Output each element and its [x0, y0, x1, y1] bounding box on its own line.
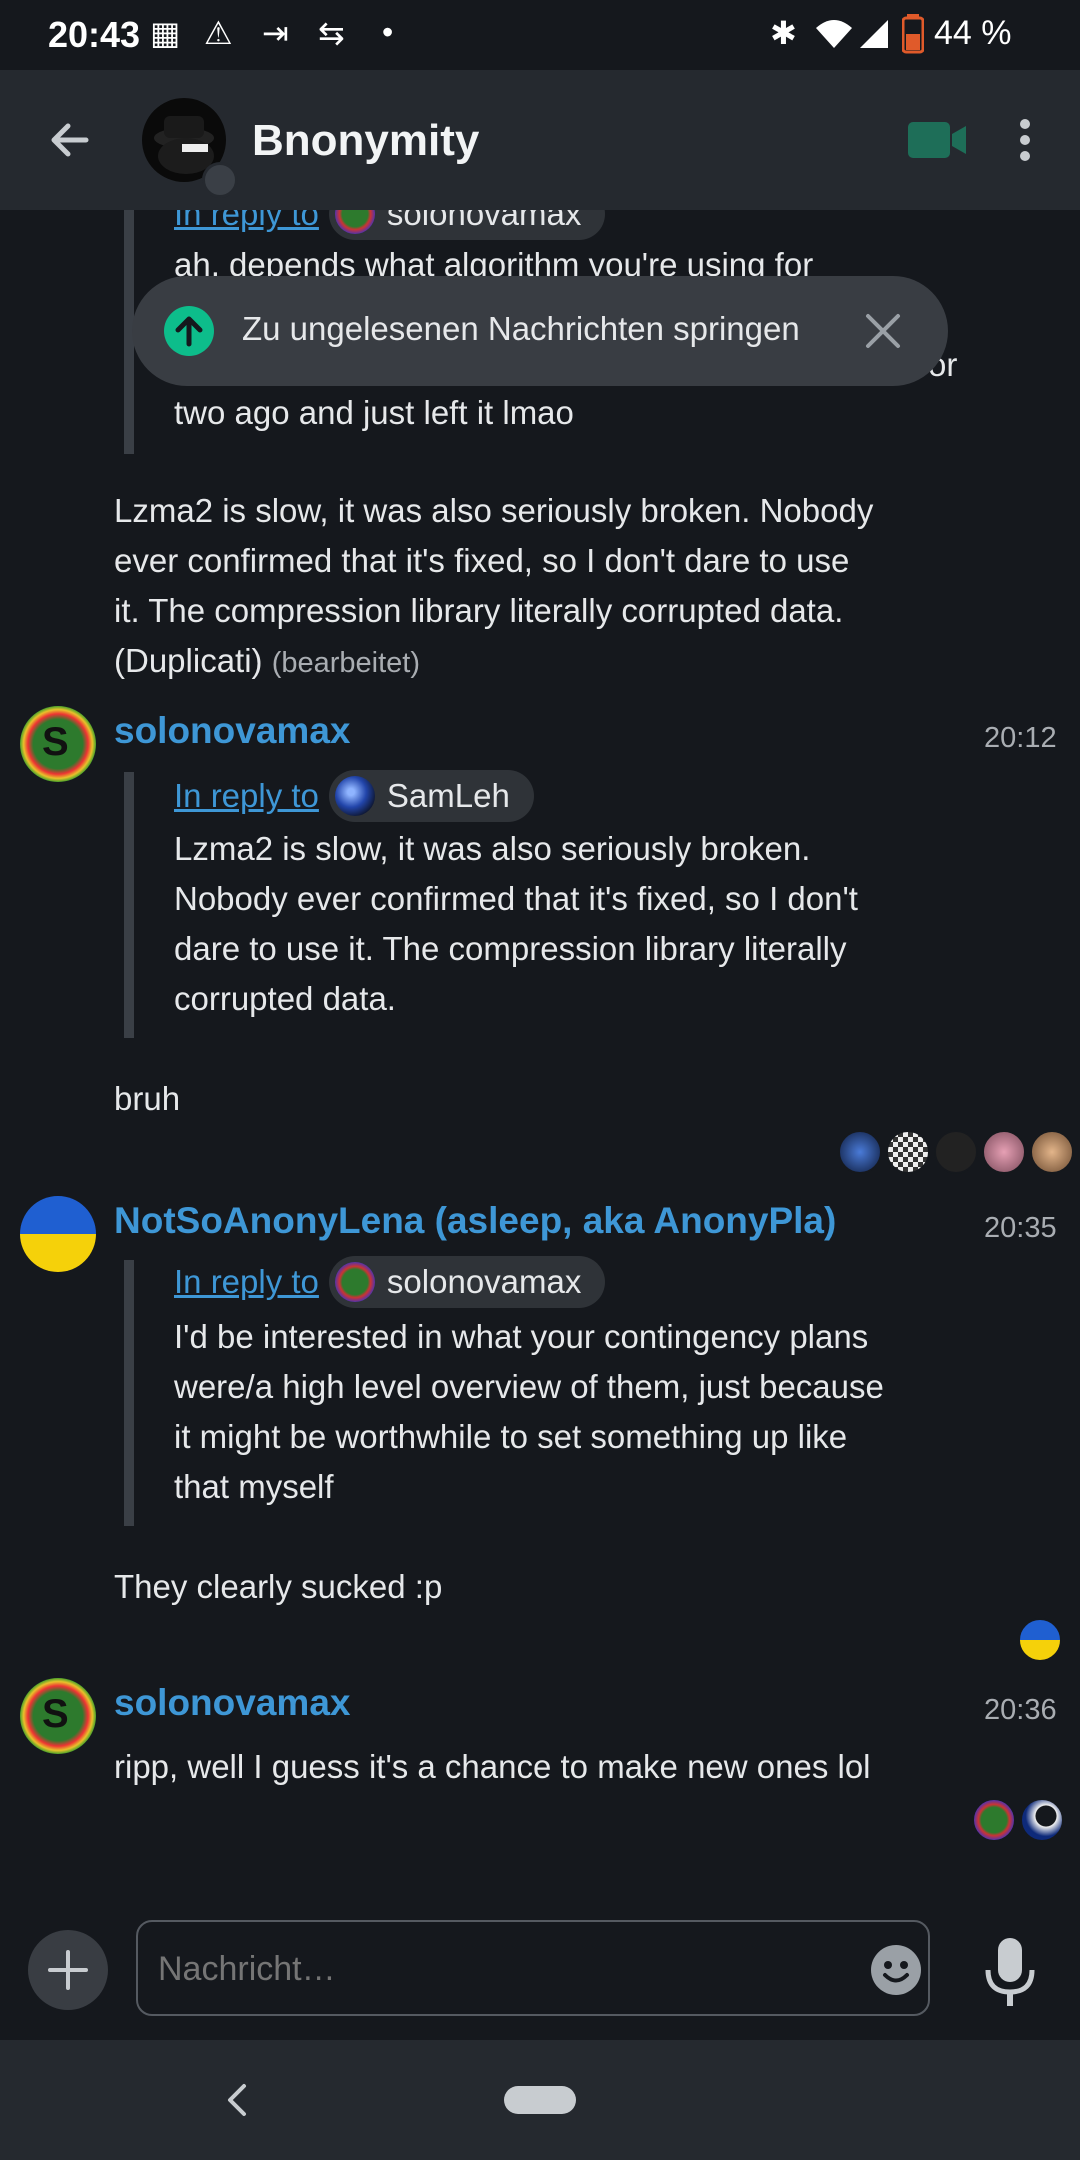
message-line: it. The compression library literally co… [114, 592, 844, 629]
dot-icon: • [382, 14, 394, 50]
avatar [334, 210, 375, 234]
reply-user-pill[interactable]: SamLeh [328, 770, 534, 822]
sync-icon: ⇆ [318, 15, 345, 51]
video-camera-icon[interactable] [906, 120, 968, 160]
avatar [334, 1262, 375, 1302]
quote-line: corrupted data. [174, 980, 396, 1017]
message-body: Lzma2 is slow, it was also seriously bro… [114, 486, 873, 688]
quote-text: I'd be interested in what your contingen… [174, 1312, 884, 1512]
reply-link[interactable]: In reply to [174, 777, 319, 815]
avatar[interactable]: S [20, 1678, 96, 1754]
message-input[interactable] [156, 1940, 840, 1998]
status-time: 20:43 [48, 14, 141, 55]
status-bar: 20:43 ▦ ⚠ ⇥ ⇆ • ✱ 44 % [0, 0, 1080, 70]
reply-user: SamLeh [386, 777, 510, 814]
message-input-box[interactable] [136, 1920, 930, 2016]
message-body: ripp, well I guess it's a chance to make… [114, 1748, 871, 1785]
plus-icon [48, 1950, 88, 1990]
message-line: Lzma2 is slow, it was also seriously bro… [114, 492, 874, 529]
avatar [934, 1130, 978, 1174]
sender-name[interactable]: NotSoAnonyLena (asleep, aka AnonyPla) [114, 1200, 836, 1242]
message-line: (Duplicati) [114, 642, 263, 679]
message-body: bruh [114, 1080, 181, 1117]
jump-label: Zu ungelesenen Nachrichten springen [242, 310, 800, 347]
avatar [1020, 1798, 1064, 1842]
avatar [838, 1130, 882, 1174]
quote-line: that myself [174, 1468, 334, 1505]
avatar [334, 776, 375, 816]
reply-link[interactable]: In reply to [174, 210, 319, 233]
arrow-left-icon[interactable] [46, 116, 94, 164]
message-line: ever confirmed that it's fixed, so I don… [114, 542, 850, 579]
navigation-bar [0, 2040, 1080, 2160]
quote-text: two ago and just left it lmao [174, 394, 574, 431]
cast-icon: ⇥ [262, 15, 289, 51]
quote-line: Lzma2 is slow, it was also seriously bro… [174, 830, 811, 867]
globe-icon [202, 162, 238, 198]
quote-line: Nobody ever confirmed that it's fixed, s… [174, 880, 858, 917]
avatar [886, 1130, 930, 1174]
avatar [982, 1130, 1026, 1174]
quote-line: dare to use it. The compression library … [174, 930, 847, 967]
signal-icon [860, 20, 888, 48]
quote-text: Lzma2 is slow, it was also seriously bro… [174, 824, 858, 1024]
sender-name[interactable]: solonovamax [114, 1682, 350, 1724]
close-icon[interactable] [864, 312, 902, 350]
reply-header: In reply to SamLeh [174, 770, 534, 822]
reply-header: In reply to solonovamax [174, 1256, 606, 1308]
composer [0, 1890, 1080, 2040]
reply-link[interactable]: In reply to [174, 1263, 319, 1301]
home-pill[interactable] [504, 2086, 576, 2114]
timestamp: 20:35 [984, 1212, 1057, 1244]
reply-user-pill[interactable]: solonovamax [328, 1256, 606, 1308]
avatar [1018, 1618, 1062, 1662]
reply-user-pill[interactable]: solonovamax [328, 210, 606, 240]
quote-bar [124, 772, 134, 1038]
edited-label: (bearbeitet) [271, 647, 421, 679]
quote-line: it might be worthwhile to set something … [174, 1418, 848, 1455]
quote-bar [124, 1260, 134, 1526]
reply-user: solonovamax [386, 210, 582, 232]
timestamp: 20:36 [984, 1694, 1057, 1726]
more-vertical-icon[interactable] [1010, 116, 1040, 164]
avatar [1030, 1130, 1074, 1174]
read-receipts[interactable] [1018, 1618, 1062, 1662]
reply-user: solonovamax [386, 1263, 582, 1300]
jump-to-unread-banner[interactable]: Zu ungelesenen Nachrichten springen [132, 276, 948, 386]
sender-name[interactable]: solonovamax [114, 710, 350, 752]
nav-back-icon[interactable] [224, 2082, 250, 2118]
emoji-icon[interactable] [870, 1944, 922, 1996]
room-title[interactable]: Bnonymity [252, 116, 479, 166]
reply-header: In reply to solonovamax [174, 210, 606, 240]
wifi-icon [816, 20, 852, 48]
battery-icon [902, 14, 924, 54]
quote-line: I'd be interested in what your contingen… [174, 1318, 869, 1355]
timestamp: 20:12 [984, 722, 1057, 754]
avatar[interactable]: S [20, 706, 96, 782]
avatar [972, 1798, 1016, 1842]
warning-icon: ⚠ [204, 15, 233, 51]
timeline[interactable]: In reply to solonovamax ah, depends what… [0, 210, 1080, 1890]
grid-icon: ▦ [150, 15, 181, 51]
bluetooth-icon: ✱ [770, 15, 797, 51]
quote-line: were/a high level overview of them, just… [174, 1368, 884, 1405]
arrow-up-icon [164, 306, 214, 356]
read-receipts[interactable] [838, 1130, 1074, 1174]
add-attachment-button[interactable] [28, 1930, 108, 2010]
read-receipts[interactable] [972, 1798, 1064, 1842]
battery-percent: 44 % [934, 14, 1012, 52]
room-header: Bnonymity [0, 70, 1080, 210]
microphone-icon[interactable] [980, 1936, 1040, 2010]
avatar[interactable] [20, 1196, 96, 1272]
message-body: They clearly sucked :p [114, 1568, 443, 1605]
